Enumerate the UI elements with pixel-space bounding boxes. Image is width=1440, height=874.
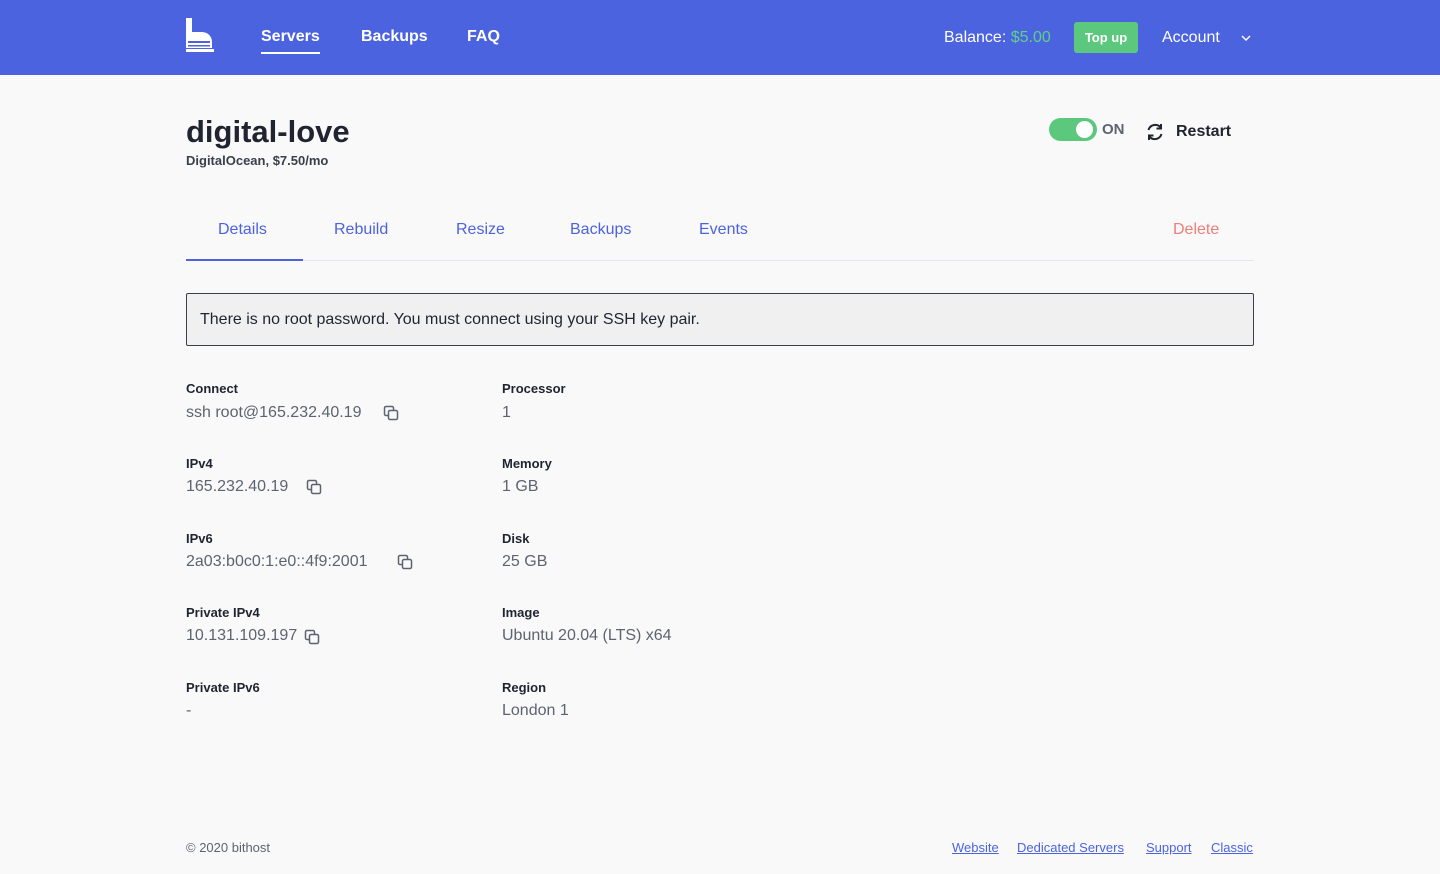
server-provider-price: DigitalOcean, $7.50/mo — [186, 153, 329, 168]
private-ipv4-value: 10.131.109.197 — [186, 627, 298, 644]
ipv6-label: IPv6 — [186, 531, 213, 546]
account-menu[interactable]: Account — [1162, 27, 1220, 49]
memory-label: Memory — [502, 456, 552, 471]
chevron-down-icon[interactable] — [1240, 33, 1252, 43]
balance-display: Balance: $5.00 — [944, 27, 1051, 49]
server-name: digital-love — [186, 114, 350, 149]
restart-button[interactable]: Restart — [1176, 122, 1231, 142]
nav-servers-link[interactable]: Servers — [261, 26, 320, 54]
power-toggle[interactable] — [1049, 118, 1097, 141]
copy-icon[interactable] — [397, 554, 413, 570]
active-tab-indicator — [186, 259, 303, 261]
copy-icon[interactable] — [383, 405, 399, 421]
image-value: Ubuntu 20.04 (LTS) x64 — [502, 627, 672, 644]
footer-link-support[interactable]: Support — [1146, 840, 1192, 856]
private-ipv4-label: Private IPv4 — [186, 605, 260, 620]
copy-icon[interactable] — [306, 479, 322, 495]
memory-value: 1 GB — [502, 478, 539, 495]
tab-details[interactable]: Details — [218, 220, 267, 240]
region-label: Region — [502, 680, 547, 695]
tab-delete[interactable]: Delete — [1173, 220, 1219, 240]
power-state-label: ON — [1102, 121, 1125, 138]
nav-faq-link[interactable]: FAQ — [467, 26, 500, 48]
tabs-divider — [186, 260, 1254, 261]
ipv4-label: IPv4 — [186, 456, 213, 471]
power-toggle-knob — [1076, 121, 1093, 138]
footer-link-classic[interactable]: Classic — [1211, 840, 1253, 856]
refresh-icon[interactable] — [1145, 122, 1165, 142]
tab-resize[interactable]: Resize — [456, 220, 505, 240]
private-ipv6-value: - — [186, 702, 192, 719]
region-value: London 1 — [502, 702, 569, 719]
disk-value: 25 GB — [502, 553, 548, 570]
connect-label: Connect — [186, 381, 238, 396]
copyright: © 2020 bithost — [186, 840, 271, 855]
footer-link-dedicated-servers[interactable]: Dedicated Servers — [1017, 840, 1124, 856]
tab-rebuild[interactable]: Rebuild — [334, 220, 388, 240]
nav-backups-link[interactable]: Backups — [361, 26, 428, 48]
ssh-notice: There is no root password. You must conn… — [186, 293, 1254, 346]
top-up-button[interactable]: Top up — [1074, 22, 1138, 53]
processor-label: Processor — [502, 381, 566, 396]
bithost-logo-icon[interactable] — [186, 18, 214, 52]
balance-amount: $5.00 — [1010, 29, 1051, 46]
disk-label: Disk — [502, 531, 530, 546]
top-nav-bar: Servers Backups FAQ Balance: $5.00 Top u… — [0, 0, 1440, 75]
copy-icon[interactable] — [304, 629, 320, 645]
private-ipv6-label: Private IPv6 — [186, 680, 260, 695]
processor-value: 1 — [502, 404, 511, 421]
ipv6-value: 2a03:b0c0:1:e0::4f9:2001 — [186, 553, 368, 570]
balance-label: Balance: — [944, 29, 1007, 46]
tab-events[interactable]: Events — [699, 220, 748, 240]
image-label: Image — [502, 605, 540, 620]
ipv4-value: 165.232.40.19 — [186, 478, 289, 495]
footer-link-website[interactable]: Website — [952, 840, 999, 856]
connect-value: ssh root@165.232.40.19 — [186, 404, 362, 421]
tab-backups[interactable]: Backups — [570, 220, 631, 240]
